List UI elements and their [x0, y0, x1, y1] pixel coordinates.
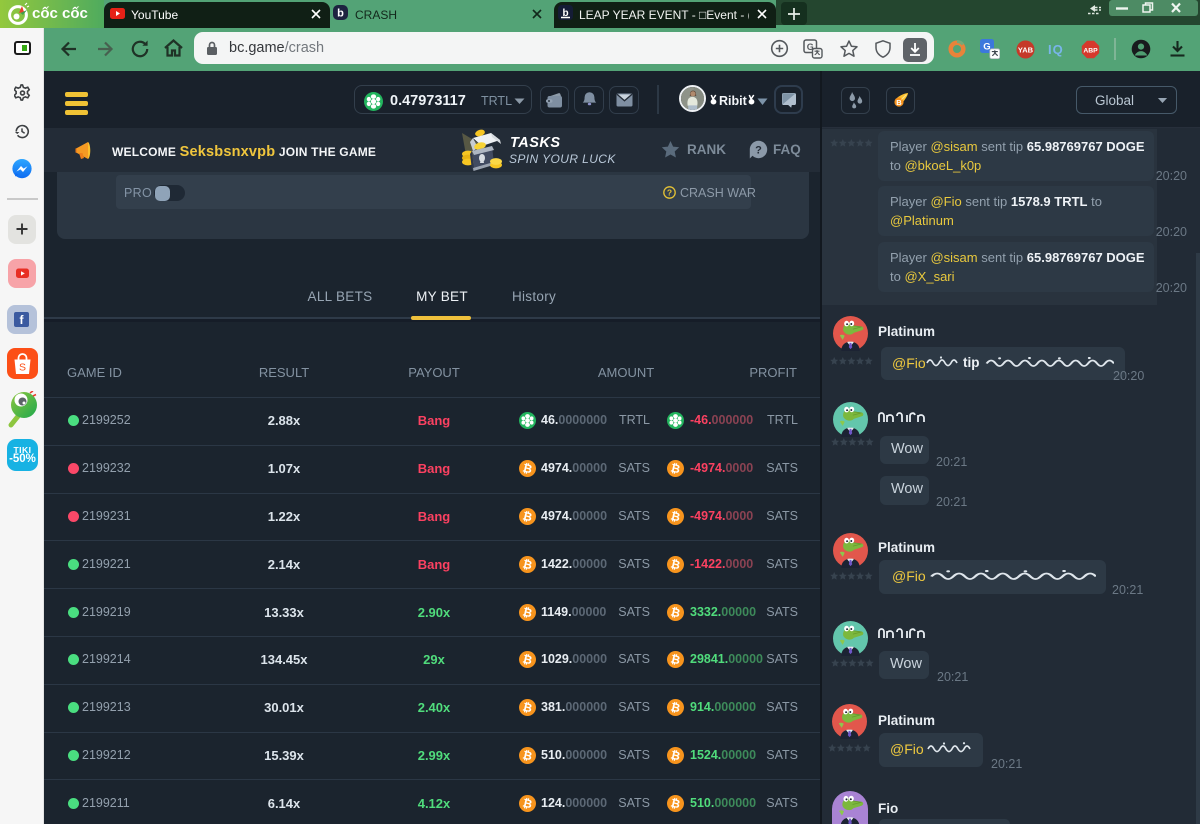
svg-text:YAB: YAB — [1018, 46, 1034, 55]
svg-text:ABP: ABP — [1083, 47, 1098, 54]
svg-text:S: S — [19, 362, 26, 374]
svg-text:?: ? — [755, 145, 762, 157]
svg-text:?: ? — [667, 188, 672, 198]
svg-text:b: b — [337, 8, 344, 20]
